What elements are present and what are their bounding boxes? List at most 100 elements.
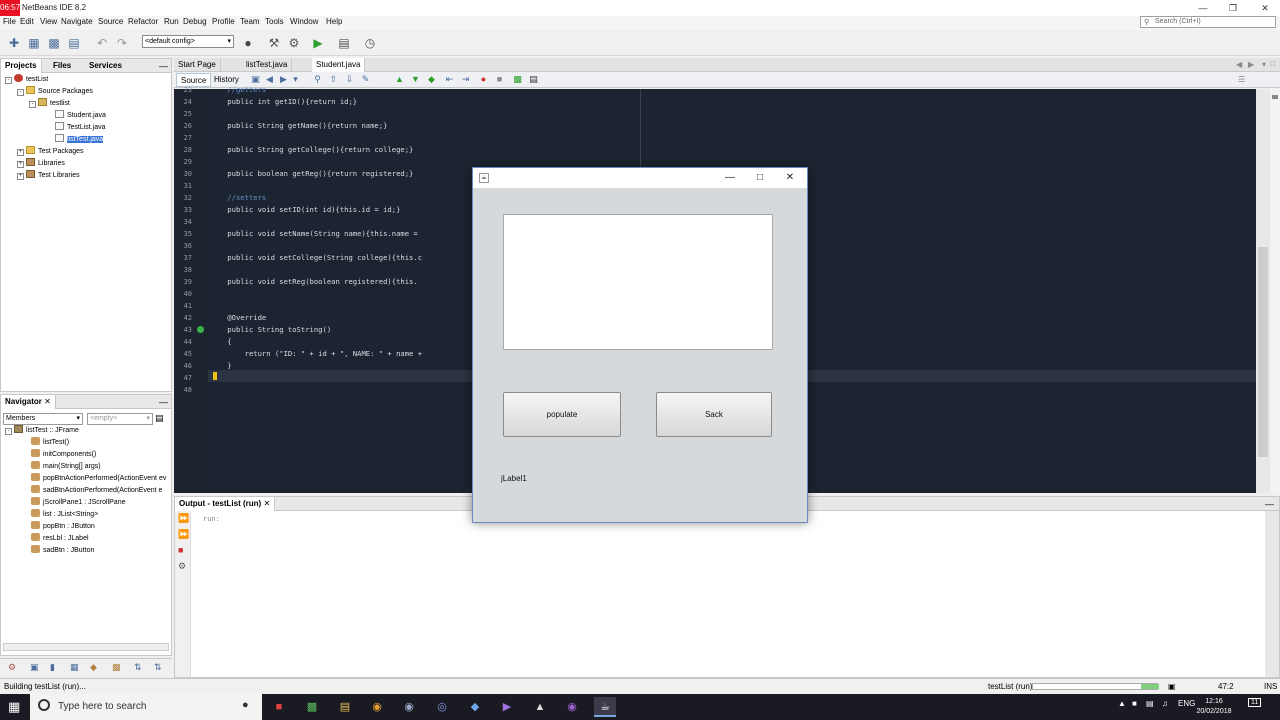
forward-icon[interactable]: ▶ xyxy=(278,74,289,85)
toggle-bookmark-icon[interactable]: ◆ xyxy=(426,74,437,85)
nav-item-member[interactable]: listTest() xyxy=(31,437,69,449)
code-line[interactable]: @Override xyxy=(210,312,266,324)
code-line[interactable]: public void setName(String name){this.na… xyxy=(210,228,422,240)
debug-project-icon[interactable]: ▤ xyxy=(336,35,352,51)
code-line[interactable]: return ("ID: " + id + ", NAME: " + name … xyxy=(210,348,422,360)
tray-up-icon[interactable]: ▲ xyxy=(1118,699,1126,708)
editor-vscrollbar[interactable] xyxy=(1256,89,1270,493)
tab-projects[interactable]: Projects xyxy=(1,59,42,73)
nonpublic-filter-icon[interactable]: ▩ xyxy=(112,662,121,673)
code-line[interactable]: { xyxy=(210,336,231,348)
inherited-filter-icon[interactable]: ◆ xyxy=(90,662,97,673)
steam-icon[interactable]: ◉ xyxy=(398,697,420,717)
app-bird-icon[interactable]: ▲ xyxy=(529,697,551,717)
minimize-panel-icon[interactable]: — xyxy=(1265,499,1274,509)
tree-item-test-libraries[interactable]: + Test Libraries xyxy=(17,170,80,182)
new-file-icon[interactable]: ✚ xyxy=(6,35,22,51)
volume-icon[interactable]: ♫ xyxy=(1162,699,1168,708)
scroll-tabs-left-icon[interactable]: ◀ xyxy=(1236,60,1242,69)
tree-item-listtest-java[interactable]: listTest.java xyxy=(55,134,104,146)
code-line[interactable]: public boolean getReg(){return registere… xyxy=(210,168,413,180)
menu-run[interactable]: Run xyxy=(164,17,179,26)
open-project-icon[interactable]: ▩ xyxy=(46,35,62,51)
menu-tools[interactable]: Tools xyxy=(265,17,284,26)
populate-button[interactable]: populate xyxy=(503,392,621,437)
minimize-panel-icon[interactable]: — xyxy=(159,397,168,407)
taskbar-clock[interactable]: 12:16 20/02/2018 xyxy=(1196,697,1232,717)
expand-icon[interactable]: + xyxy=(17,149,24,156)
fields-filter-icon[interactable]: ▣ xyxy=(30,662,39,673)
globe-icon[interactable]: ● xyxy=(240,35,256,51)
comment-icon[interactable]: ▩ xyxy=(512,74,523,85)
tree-item-student-java[interactable]: Student.java xyxy=(55,110,106,122)
cancel-task-icon[interactable]: ▣ xyxy=(1168,682,1176,691)
start-macro-icon[interactable]: ● xyxy=(478,74,489,85)
tray-app-icon[interactable]: ■ xyxy=(1132,699,1137,708)
tree-item-source-packages[interactable]: - Source Packages xyxy=(17,86,93,98)
code-line[interactable]: public String toString() xyxy=(210,324,331,336)
collapse-icon[interactable]: - xyxy=(17,89,24,96)
tree-item-package[interactable]: - testlist xyxy=(29,98,70,110)
menu-refactor[interactable]: Refactor xyxy=(128,17,158,26)
filter-icon[interactable]: ⚙ xyxy=(8,662,16,673)
rerun-icon[interactable]: ⏩ xyxy=(178,513,189,524)
code-line[interactable]: //setters xyxy=(210,192,266,204)
code-line[interactable]: public int getID(){return id;} xyxy=(210,96,357,108)
uncomment-icon[interactable]: ▤ xyxy=(528,74,539,85)
save-all-icon[interactable]: ▤ xyxy=(66,35,82,51)
new-project-icon[interactable]: ▦ xyxy=(26,35,42,51)
collapse-icon[interactable]: - xyxy=(29,101,36,108)
nav-item-member[interactable]: popBtn : JButton xyxy=(31,521,95,533)
tree-item-libraries[interactable]: + Libraries xyxy=(17,158,65,170)
clean-build-icon[interactable]: ⚙ xyxy=(286,35,302,51)
nav-item-member[interactable]: resLbl : JLabel xyxy=(31,533,89,545)
tree-item-testlist-java[interactable]: TestList.java xyxy=(55,122,106,134)
sort-name-icon[interactable]: ⇅ xyxy=(134,662,142,673)
sort-icon[interactable]: ▦ xyxy=(70,662,79,673)
tab-output[interactable]: Output - testList (run) ✕ xyxy=(175,497,276,511)
find-next-icon[interactable]: ⇩ xyxy=(344,74,355,85)
ide-search-input[interactable]: ⚲ Search (Ctrl+I) xyxy=(1140,16,1276,28)
expand-icon[interactable]: + xyxy=(17,161,24,168)
tab-files[interactable]: Files xyxy=(49,59,75,73)
static-filter-icon[interactable]: ▮ xyxy=(50,662,55,673)
shift-left-icon[interactable]: ⇤ xyxy=(444,74,455,85)
code-line[interactable]: public String getName(){return name;} xyxy=(210,120,387,132)
visual-studio-icon[interactable]: ▶ xyxy=(496,697,518,717)
nav-item-member[interactable]: jScrollPane1 : JScrollPane xyxy=(31,497,126,509)
menu-edit[interactable]: Edit xyxy=(20,17,34,26)
split-editor-icon[interactable]: ☰ xyxy=(1238,75,1245,84)
menu-file[interactable]: File xyxy=(3,17,16,26)
collapse-icon[interactable]: - xyxy=(5,77,12,84)
stop-macro-icon[interactable]: ■ xyxy=(494,74,505,85)
windows-start-icon[interactable]: ▦ xyxy=(8,700,22,714)
empty-select[interactable]: <empty> ▾ xyxy=(87,413,153,425)
close-window-button[interactable]: ✕ xyxy=(1250,0,1280,16)
settings-icon[interactable]: ⚙ xyxy=(178,561,186,572)
language-indicator[interactable]: ENG xyxy=(1178,699,1195,708)
camtasia-app-icon[interactable]: ▩ xyxy=(301,697,323,717)
redo-icon[interactable]: ↷ xyxy=(114,35,130,51)
network-icon[interactable]: ▤ xyxy=(1146,699,1154,708)
toggle-highlight-icon[interactable]: ✎ xyxy=(360,74,371,85)
menu-team[interactable]: Team xyxy=(240,17,260,26)
minimize-panel-icon[interactable]: — xyxy=(159,61,168,71)
nav-item-member[interactable]: main(String[] args) xyxy=(31,461,101,473)
menu-view[interactable]: View xyxy=(40,17,57,26)
next-bookmark-icon[interactable]: ▼ xyxy=(410,74,421,85)
collapse-icon[interactable]: - xyxy=(5,428,12,435)
notification-count[interactable]: 11 xyxy=(1248,698,1262,707)
editor-scroll-thumb[interactable] xyxy=(1258,247,1268,457)
nav-item-member[interactable]: initComponents() xyxy=(31,449,96,461)
previous-bookmark-icon[interactable]: ▲ xyxy=(394,74,405,85)
history-icon[interactable]: ▤ xyxy=(155,413,164,424)
tab-services[interactable]: Services xyxy=(85,59,126,73)
menu-debug[interactable]: Debug xyxy=(183,17,207,26)
scroll-tabs-right-icon[interactable]: ▶ xyxy=(1248,60,1254,69)
tab-navigator[interactable]: Navigator ✕ xyxy=(1,395,56,409)
maximize-window-button[interactable]: ❐ xyxy=(1218,0,1248,16)
sort-source-icon[interactable]: ⇅ xyxy=(154,662,162,673)
minimize-window-button[interactable]: — xyxy=(1188,0,1218,16)
code-line[interactable]: public void setReg(boolean registered){t… xyxy=(210,276,417,288)
nav-item-member[interactable]: sadBtnActionPerformed(ActionEvent e xyxy=(31,485,171,497)
